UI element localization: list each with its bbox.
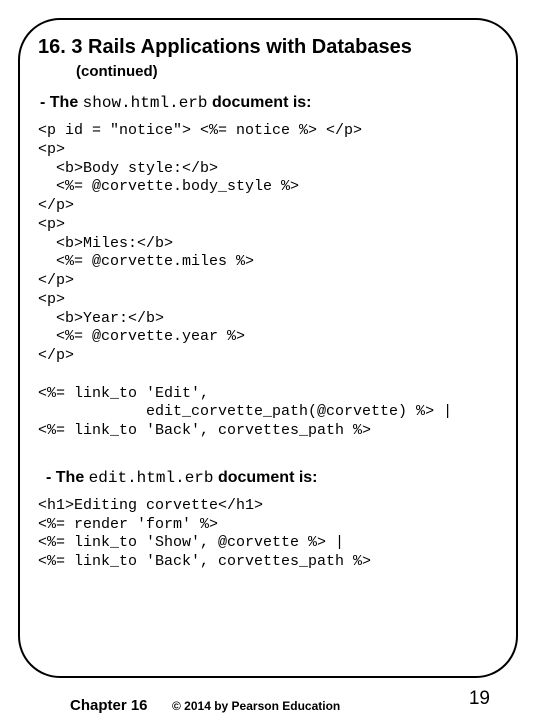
section-2-heading: - The edit.html.erb document is: bbox=[46, 469, 498, 487]
footer: Chapter 16 © 2014 by Pearson Education 1… bbox=[0, 690, 540, 714]
slide-frame: 16. 3 Rails Applications with Databases … bbox=[18, 18, 518, 678]
section-1-heading: - The show.html.erb document is: bbox=[40, 94, 498, 112]
section-1-prefix: - The bbox=[40, 94, 83, 111]
section-2-filename: edit.html.erb bbox=[89, 469, 214, 487]
section-2-prefix: - The bbox=[46, 469, 89, 486]
section-1-suffix: document is: bbox=[208, 94, 312, 111]
code-block-2: <h1>Editing corvette</h1> <%= render 'fo… bbox=[38, 497, 498, 572]
footer-page-number: 19 bbox=[469, 688, 490, 710]
section-2-suffix: document is: bbox=[214, 469, 318, 486]
section-1-filename: show.html.erb bbox=[83, 94, 208, 112]
code-block-1: <p id = "notice"> <%= notice %> </p> <p>… bbox=[38, 122, 498, 441]
footer-copyright: © 2014 by Pearson Education bbox=[172, 699, 340, 713]
footer-chapter: Chapter 16 bbox=[70, 697, 148, 714]
slide-title: 16. 3 Rails Applications with Databases bbox=[38, 36, 498, 59]
slide-subtitle: (continued) bbox=[76, 63, 498, 80]
